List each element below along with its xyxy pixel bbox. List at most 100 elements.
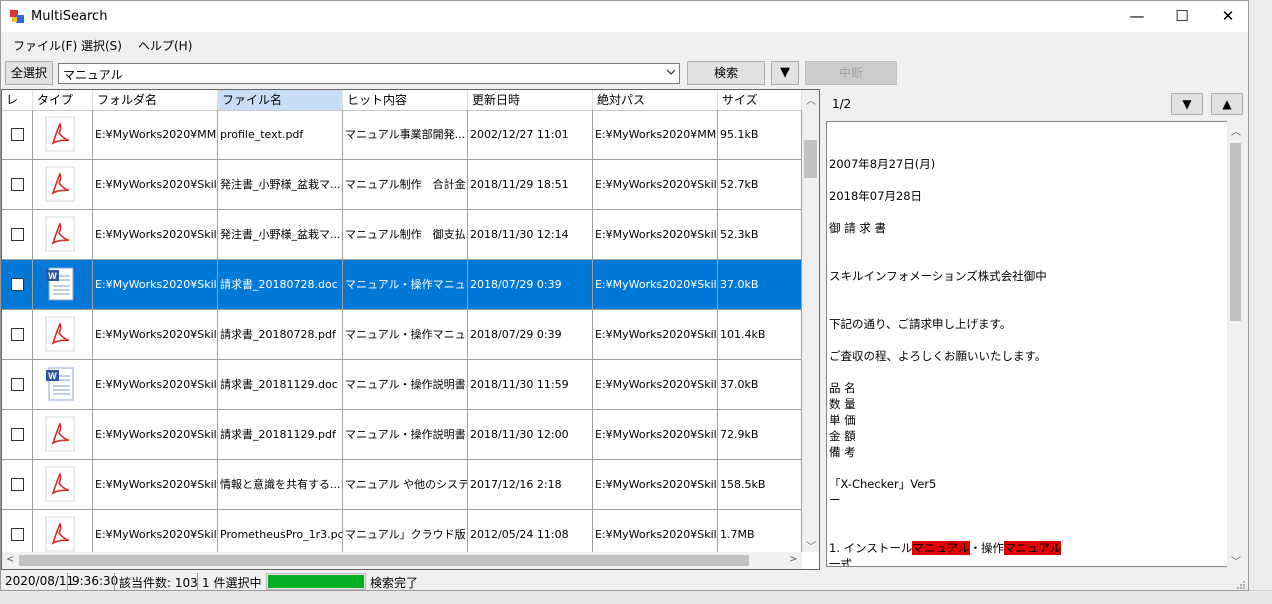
- row-checkbox[interactable]: [11, 428, 24, 441]
- grid-vertical-scrollbar[interactable]: ︿ ﹀: [802, 90, 819, 553]
- column-header-size[interactable]: サイズ: [718, 90, 802, 110]
- cell-date: 2018/11/30 12:14: [468, 210, 593, 259]
- row-checkbox[interactable]: [11, 128, 24, 141]
- row-checkbox[interactable]: [11, 278, 24, 291]
- cell-folder: E:¥MyWorks2020¥Skill...: [93, 410, 218, 459]
- row-checkbox[interactable]: [11, 478, 24, 491]
- preview-text-fragment: ・操作: [969, 541, 1005, 555]
- cell-path: E:¥MyWorks2020¥Skill...: [593, 160, 718, 209]
- cell-date: 2017/12/16 2:18: [468, 460, 593, 509]
- search-query-combo[interactable]: マニュアル: [58, 63, 680, 84]
- row-checkbox[interactable]: [11, 528, 24, 541]
- cell-filename: 発注書_小野様_盆栽マ...: [218, 210, 343, 259]
- menu-help[interactable]: ヘルプ(H): [138, 37, 192, 54]
- search-options-button[interactable]: ▼: [771, 61, 799, 85]
- status-time: 9:36:30: [72, 574, 119, 588]
- window-title: MultiSearch: [31, 9, 108, 24]
- scroll-thumb[interactable]: [19, 555, 749, 566]
- scroll-left-icon[interactable]: <: [6, 554, 14, 565]
- table-row[interactable]: E:¥MyWorks2020¥Skill... 発注書_小野様_盆栽マ... マニュ…: [2, 210, 802, 260]
- close-button[interactable]: ✕: [1205, 1, 1248, 32]
- cell-filename: profile_text.pdf: [218, 110, 343, 159]
- cell-filename: 請求書_20180728.pdf: [218, 310, 343, 359]
- maximize-button[interactable]: ☐: [1159, 1, 1205, 32]
- cell-filename: 請求書_20181129.pdf: [218, 410, 343, 459]
- preview-prev-hit-button[interactable]: ▲: [1211, 93, 1243, 115]
- select-all-button[interactable]: 全選択: [5, 61, 53, 85]
- scroll-up-icon[interactable]: ︿: [806, 92, 816, 107]
- abort-button[interactable]: 中断: [805, 61, 897, 85]
- pdf-file-icon: [45, 466, 75, 502]
- row-checkbox[interactable]: [11, 378, 24, 391]
- table-row[interactable]: E:¥MyWorks2020¥Skill... 発注書_小野様_盆栽マ... マニュ…: [2, 160, 802, 210]
- table-row[interactable]: W E:¥MyWorks2020¥Skill... 請求書_20181129.doc…: [2, 360, 802, 410]
- scroll-down-icon[interactable]: ﹀: [1231, 553, 1241, 568]
- preview-line: 品 名: [829, 381, 856, 395]
- cell-check: [2, 410, 33, 459]
- cell-folder: E:¥MyWorks2020¥Skill...: [93, 210, 218, 259]
- column-header-filename[interactable]: ファイル名: [218, 90, 343, 110]
- status-date: 2020/08/11: [5, 574, 75, 588]
- row-checkbox[interactable]: [11, 328, 24, 341]
- column-header-folder[interactable]: フォルダ名: [93, 90, 218, 110]
- scroll-thumb[interactable]: [804, 140, 817, 178]
- preview-line: ご査収の程、よろしくお願いいたします。: [829, 349, 1047, 363]
- column-header-date[interactable]: 更新日時: [468, 90, 593, 110]
- word-document-icon: W: [45, 266, 75, 302]
- menu-select[interactable]: 選択(S): [81, 37, 122, 54]
- cell-path: E:¥MyWorks2020¥Skill...: [593, 410, 718, 459]
- row-checkbox[interactable]: [11, 178, 24, 191]
- pdf-file-icon: [45, 216, 75, 252]
- cell-filename: 請求書_20181129.doc: [218, 360, 343, 409]
- column-header-type[interactable]: タイプ: [33, 90, 93, 110]
- column-header-path[interactable]: 絶対パス: [593, 90, 718, 110]
- grid-header: レ タイプ フォルダ名 ファイル名 ヒット内容 更新日時 絶対パス サイズ: [2, 90, 802, 111]
- menu-file[interactable]: ファイル(F): [13, 37, 77, 54]
- search-button[interactable]: 検索: [687, 61, 765, 85]
- preview-line: 数 量: [829, 397, 856, 411]
- cell-date: 2018/11/30 11:59: [468, 360, 593, 409]
- cell-hit: マニュアル・操作説明書...: [343, 410, 468, 459]
- cell-size: 37.0kB: [718, 360, 802, 409]
- preview-line: 備 考: [829, 445, 856, 459]
- row-checkbox[interactable]: [11, 228, 24, 241]
- table-row[interactable]: E:¥MyWorks2020¥MM... profile_text.pdf マニュア…: [2, 110, 802, 160]
- preview-next-hit-button[interactable]: ▼: [1171, 93, 1203, 115]
- cell-type: [33, 310, 93, 359]
- column-header-hit[interactable]: ヒット内容: [343, 90, 468, 110]
- scroll-thumb[interactable]: [1230, 143, 1241, 321]
- preview-vertical-scrollbar[interactable]: ︿ ﹀: [1227, 121, 1244, 568]
- status-message: 検索完了: [370, 576, 419, 590]
- cell-type: [33, 460, 93, 509]
- preview-line-highlighted: 1. インストールマニュアル・操作マニュアル: [829, 540, 1062, 556]
- scroll-right-icon[interactable]: >: [789, 554, 797, 565]
- chevron-down-icon[interactable]: [667, 68, 675, 76]
- column-header-check[interactable]: レ: [2, 90, 33, 110]
- cell-type: [33, 160, 93, 209]
- pdf-file-icon: [45, 316, 75, 352]
- cell-hit: マニュアル・操作マニュア...: [343, 260, 468, 309]
- preview-line: 下記の通り、ご請求申し上げます。: [829, 317, 1012, 331]
- resize-grip-icon[interactable]: [1235, 579, 1246, 590]
- cell-type: W: [33, 260, 93, 309]
- search-hit-highlight: マニュアル: [912, 541, 970, 555]
- scroll-up-icon[interactable]: ︿: [1231, 123, 1241, 138]
- table-row[interactable]: E:¥MyWorks2020¥Skill... 請求書_20181129.pdf マ…: [2, 410, 802, 460]
- cell-check: [2, 160, 33, 209]
- table-row[interactable]: W E:¥MyWorks2020¥Skill... 請求書_20180728.doc…: [2, 260, 802, 310]
- table-row[interactable]: E:¥MyWorks2020¥Skill... 情報と意識を共有する... マニュア…: [2, 460, 802, 510]
- cell-size: 72.9kB: [718, 410, 802, 459]
- cell-path: E:¥MyWorks2020¥MM...: [593, 110, 718, 159]
- minimize-button[interactable]: —: [1114, 1, 1160, 32]
- cell-path: E:¥MyWorks2020¥Skill...: [593, 310, 718, 359]
- cell-date: 2018/11/29 18:51: [468, 160, 593, 209]
- table-row[interactable]: E:¥MyWorks2020¥Skill... 請求書_20180728.pdf マ…: [2, 310, 802, 360]
- svg-text:W: W: [48, 271, 57, 281]
- grid-horizontal-scrollbar[interactable]: < >: [2, 552, 802, 569]
- preview-line: 「X-Checker」Ver5: [829, 477, 937, 491]
- main-window: MultiSearch — ☐ ✕ ファイル(F) 選択(S) ヘルプ(H) 全…: [0, 0, 1249, 591]
- scroll-down-icon[interactable]: ﹀: [806, 538, 816, 553]
- preview-line: 2007年8月27日(月): [829, 157, 936, 171]
- preview-text[interactable]: 2007年8月27日(月) 2018年07月28日 御 請 求 書 スキルインフ…: [826, 121, 1233, 567]
- cell-check: [2, 310, 33, 359]
